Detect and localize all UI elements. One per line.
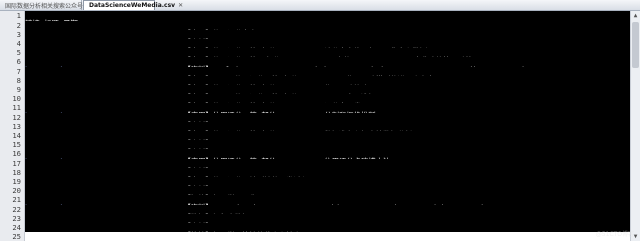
- line-number: 6: [16, 57, 21, 67]
- vertical-scrollbar[interactable]: ▲ ▼: [630, 11, 640, 241]
- line-number: 22: [12, 204, 21, 214]
- line-number: 10: [12, 94, 21, 104]
- line-number: 8: [16, 75, 21, 85]
- tab-datasciencewemedia-csv[interactable]: DataScienceWeMedia.csv ✕: [83, 0, 183, 10]
- csv-row[interactable]: http://chuansong.me/n/2390462751051,【资料】…: [25, 112, 630, 130]
- line-number: 16: [12, 149, 21, 159]
- line-number: 19: [12, 177, 21, 186]
- csv-row[interactable]: http://chuansong.me/n/2368079651016,【算法】…: [25, 223, 630, 240]
- csv-row[interactable]: http://chuansong.me/n/2384589451353,【资料】…: [25, 131, 630, 148]
- line-number: 21: [12, 195, 21, 205]
- line-number: 7: [16, 66, 21, 76]
- scroll-up-icon[interactable]: ▲: [631, 11, 640, 20]
- line-number: 11: [12, 103, 21, 113]
- csv-row[interactable]: http://chuansong.me/n/2381013251725,【应用】…: [25, 149, 630, 166]
- csv-row[interactable]: http://chuansong.me/n/2381013751853,【资料】…: [25, 195, 630, 212]
- line-number: 18: [12, 167, 21, 177]
- line-number: 4: [16, 39, 21, 48]
- line-number: 2: [16, 20, 21, 30]
- csv-row[interactable]: http://chuansong.me/n/2381013551853,【资料】…: [25, 177, 630, 194]
- csv-editor-window: 国际数据分析相关搜索公众号... DataScienceWeMedia.csv …: [0, 0, 640, 241]
- csv-row[interactable]: http://chuansong.me/n/2384589751353,【资料】…: [25, 140, 630, 157]
- scroll-thumb[interactable]: [632, 22, 639, 68]
- csv-row[interactable]: http://chuansong.me/n/2381013651817,【智能】…: [25, 186, 630, 203]
- line-number: 12: [12, 112, 21, 122]
- line-number: 25: [12, 232, 21, 241]
- line-number: 20: [12, 186, 21, 196]
- tab-label: DataScienceWeMedia.csv: [89, 2, 176, 9]
- line-number: 24: [12, 223, 21, 232]
- line-number: 9: [16, 85, 21, 94]
- line-number: 13: [12, 121, 21, 131]
- csv-row[interactable]: http://chuansong.me/n/2381013951748,【资料】…: [25, 213, 630, 231]
- tab-label: 国际数据分析相关搜索公众号...: [5, 2, 89, 10]
- csv-row[interactable]: http://chuansong.me/n/2381013851709,【数据】…: [25, 204, 630, 222]
- line-number: 17: [12, 158, 21, 168]
- csv-row[interactable]: http://chuansong.me/n/2390463551028,【应用】…: [25, 121, 630, 139]
- csv-row[interactable]: http://chuansong.me/n/2390462351022,【应用】…: [25, 75, 630, 93]
- line-number: 14: [12, 131, 21, 140]
- csv-row[interactable]: http://chuansong.me/n/2390461951030,【应用】…: [25, 39, 630, 56]
- line-number: 1: [16, 11, 21, 21]
- csv-row[interactable]: http://chuansong.me/n/2390462251029,【应用】…: [25, 66, 630, 84]
- line-number: 3: [16, 29, 21, 39]
- line-number-gutter: 1 2 3 4 5 6 7 8 9 10 11 12 13 14 15 16 17 18 19 20 21 22 23 24 2…: [0, 11, 25, 241]
- csv-row[interactable]: http://chuansong.me/n/2390462451042,【应用】…: [25, 85, 630, 102]
- line-number: 23: [12, 213, 21, 223]
- line-number: 5: [16, 48, 21, 58]
- csv-row[interactable]: http://chuansong.me/n/2390461851053,【资料】…: [25, 29, 630, 47]
- csv-row[interactable]: http://chuansong.me/n/2381013451817,【应用】…: [25, 167, 630, 185]
- csv-row[interactable]: http://chuansong.me/n/2390462551033,【应用】…: [25, 94, 630, 111]
- csv-row[interactable]: http://chuansong.me/n/2390462651023,【应用】…: [25, 103, 630, 120]
- csv-row[interactable]: http://chuansong.me/n/2390461751011,【应用】…: [25, 20, 630, 38]
- watermark: @51CTO博客: [595, 231, 634, 238]
- csv-row[interactable]: http://chuansong.me/n/2390462151053,【资料】…: [25, 57, 630, 74]
- csv-row[interactable]: http://chuansong.me/n/2381013351853,【资料】…: [25, 158, 630, 176]
- csv-row[interactable]: http://chuansong.me/n/2390462051023,【应用】…: [25, 48, 630, 65]
- tab-wechat-list[interactable]: 国际数据分析相关搜索公众号...: [0, 0, 89, 10]
- csv-row[interactable]: [25, 232, 630, 241]
- line-number: 15: [12, 140, 21, 150]
- csv-header-row[interactable]: 链接,标题,日期: [25, 11, 630, 28]
- close-icon[interactable]: ✕: [178, 2, 183, 9]
- tab-bar: 国际数据分析相关搜索公众号... DataScienceWeMedia.csv …: [0, 0, 640, 11]
- text-editor-area[interactable]: 链接,标题,日期http://chuansong.me/n/2390461751…: [25, 11, 630, 241]
